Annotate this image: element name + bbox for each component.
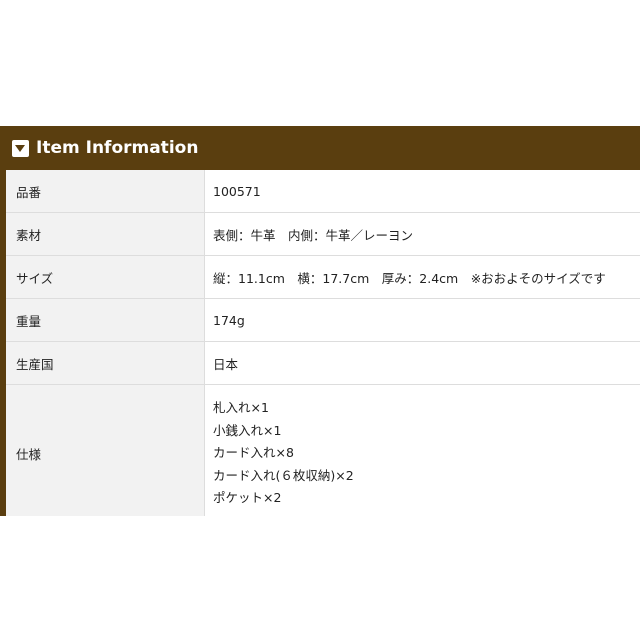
row-label: 重量 — [6, 298, 205, 342]
table-row-weight: 重量 174g — [6, 298, 640, 342]
spec-line: 札入れ×1 — [213, 400, 269, 415]
table-row-size: サイズ 縦：11.1cm 横：17.7cm 厚み：2.4cm ※おおよそのサイズ… — [6, 255, 640, 299]
table-row-material: 素材 表側：牛革 内側：牛革／レーヨン — [6, 212, 640, 256]
row-value-list: 札入れ×1 小銭入れ×1 カード入れ×8 カード入れ(６枚収納)×2 ポケット×… — [204, 384, 640, 516]
spec-line: 小銭入れ×1 — [213, 422, 282, 438]
row-value: 縦：11.1cm 横：17.7cm 厚み：2.4cm ※おおよそのサイズです — [204, 255, 640, 299]
caret-down-icon — [12, 139, 29, 157]
item-information-header: Item Information — [0, 126, 640, 170]
row-label: 生産国 — [6, 341, 205, 385]
spec-line: カード入れ×8 — [213, 445, 294, 460]
table-row-product-number: 品番 100571 — [6, 170, 640, 213]
table-row-specifications: 仕様 札入れ×1 小銭入れ×1 カード入れ×8 カード入れ(６枚収納)×2 ポケ… — [6, 384, 640, 516]
row-label: サイズ — [6, 255, 205, 299]
item-information-panel: Item Information 品番 100571 素材 表側：牛革 内側：牛… — [0, 126, 640, 516]
row-value: 174g — [204, 298, 640, 342]
table-row-country: 生産国 日本 — [6, 341, 640, 385]
item-information-table: 品番 100571 素材 表側：牛革 内側：牛革／レーヨン サイズ 縦：11.1… — [6, 170, 640, 516]
row-value: 100571 — [204, 170, 640, 213]
spec-line: カード入れ(６枚収納)×2 — [213, 467, 354, 483]
spec-line: ポケット×2 — [213, 490, 282, 505]
item-information-table-wrapper: 品番 100571 素材 表側：牛革 内側：牛革／レーヨン サイズ 縦：11.1… — [6, 170, 640, 516]
row-value: 表側：牛革 内側：牛革／レーヨン — [204, 212, 640, 256]
row-label: 品番 — [6, 170, 205, 213]
row-label: 仕様 — [6, 384, 205, 516]
row-label: 素材 — [6, 212, 205, 256]
row-value: 日本 — [204, 341, 640, 385]
section-title: Item Information — [36, 138, 199, 158]
